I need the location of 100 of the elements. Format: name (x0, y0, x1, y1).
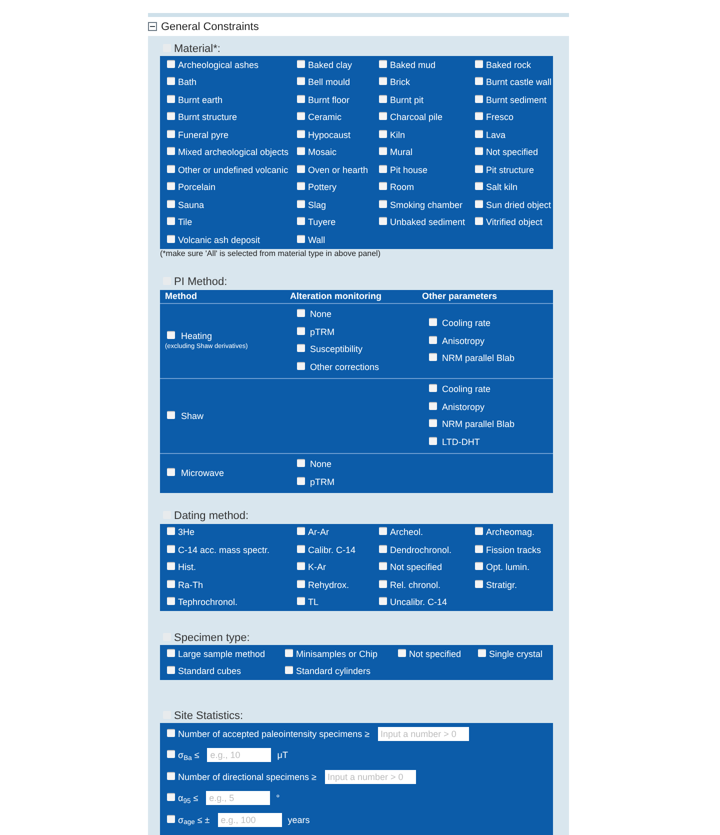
option-label[interactable]: Charcoal pile (390, 112, 443, 122)
option-label[interactable]: Smoking chamber (390, 200, 463, 210)
number-input[interactable]: Input a number > 0 (324, 770, 416, 784)
checkbox[interactable] (167, 666, 175, 674)
option-label[interactable]: Salt kiln (486, 182, 518, 192)
option-label[interactable]: Mixed archeological objects (178, 147, 289, 158)
checkbox[interactable] (297, 77, 305, 86)
checkbox[interactable] (379, 544, 387, 553)
checkbox[interactable] (297, 60, 305, 68)
option-label[interactable]: Archeomag. (486, 527, 535, 538)
checkbox[interactable] (398, 648, 406, 657)
checkbox[interactable] (379, 597, 387, 606)
option-label[interactable]: Brick (390, 77, 410, 88)
checkbox[interactable] (429, 336, 437, 344)
checkbox[interactable] (297, 344, 305, 352)
checkbox[interactable] (297, 147, 305, 156)
option-label[interactable]: None (310, 309, 332, 320)
option-label[interactable]: Opt. lumin. (486, 562, 530, 572)
checkbox[interactable] (297, 562, 305, 570)
option-label[interactable]: NRM parallel Blab (442, 419, 515, 430)
checkbox[interactable] (297, 362, 305, 370)
number-input[interactable]: e.g., 5 (206, 791, 270, 806)
option-label[interactable]: Susceptibility (310, 344, 363, 354)
option-label[interactable]: Baked rock (486, 60, 532, 70)
option-label[interactable]: Tuyere (308, 217, 336, 228)
option-label[interactable]: Burnt structure (178, 112, 238, 122)
checkbox[interactable] (297, 580, 305, 588)
option-label[interactable]: Sun dried object (486, 200, 552, 210)
option-label[interactable]: Single crystal (489, 648, 543, 659)
checkbox[interactable] (475, 182, 483, 190)
option-label[interactable]: Hist. (178, 562, 196, 572)
statistic-label[interactable]: σ$_{Ba}$ ≤ (178, 750, 200, 760)
checkbox[interactable] (167, 750, 175, 758)
option-label[interactable]: Burnt castle wall (486, 77, 552, 88)
option-label[interactable]: Mosaic (308, 147, 337, 158)
option-label[interactable]: Bell mould (308, 77, 350, 88)
option-label[interactable]: pTRM (310, 476, 334, 487)
checkbox[interactable] (167, 527, 175, 536)
checkbox[interactable] (475, 77, 483, 86)
checkbox[interactable] (297, 217, 305, 226)
statistic-label[interactable]: α$_{95}$ ≤ (178, 793, 198, 804)
option-label[interactable]: Slag (308, 200, 326, 210)
section-label[interactable]: Dating method: (174, 510, 249, 522)
option-label[interactable]: Heating (181, 331, 212, 341)
option-label[interactable]: Ar-Ar (308, 527, 329, 538)
option-label[interactable]: Baked mud (390, 60, 436, 70)
option-label[interactable]: Uncalibr. C-14 (390, 597, 448, 608)
checkbox[interactable] (167, 331, 175, 339)
checkbox[interactable] (429, 419, 437, 428)
number-input[interactable]: e.g., 100 (218, 812, 282, 827)
checkbox[interactable] (475, 580, 483, 588)
checkbox[interactable] (297, 544, 305, 553)
option-label[interactable]: Tephrochronol. (178, 597, 238, 608)
checkbox[interactable] (167, 544, 175, 553)
option-label[interactable]: Burnt sediment (486, 94, 547, 105)
option-label[interactable]: Funeral pyre (178, 130, 229, 140)
statistic-label[interactable]: Number of accepted paleointensity specimens ≥ (178, 728, 370, 739)
option-label[interactable]: Sauna (178, 200, 204, 210)
option-label[interactable]: Calibr. C-14 (308, 544, 356, 555)
option-label[interactable]: K-Ar (308, 562, 326, 572)
option-label[interactable]: Other corrections (310, 362, 380, 372)
checkbox[interactable] (297, 476, 305, 485)
checkbox[interactable] (167, 200, 175, 208)
option-label[interactable]: Other or undefined volcanic (178, 164, 288, 175)
checkbox[interactable] (379, 562, 387, 570)
checkbox[interactable] (379, 200, 387, 208)
option-label[interactable]: Cooling rate (442, 318, 491, 328)
option-label[interactable]: Unbaked sediment (390, 217, 466, 228)
checkbox[interactable] (429, 402, 437, 410)
option-label[interactable]: Ceramic (308, 112, 342, 122)
checkbox[interactable] (285, 648, 293, 657)
checkbox[interactable] (285, 666, 293, 674)
checkbox[interactable] (475, 112, 483, 120)
option-label[interactable]: Cooling rate (442, 384, 491, 394)
option-label[interactable]: C-14 acc. mass spectr. (178, 544, 270, 555)
statistic-label[interactable]: Number of directional specimens ≥ (178, 772, 316, 782)
checkbox[interactable] (379, 527, 387, 536)
option-label[interactable]: pTRM (310, 326, 334, 337)
option-label[interactable]: Anisotropy (442, 336, 485, 346)
checkbox[interactable] (297, 309, 305, 318)
checkbox[interactable] (167, 147, 175, 156)
option-label[interactable]: Wall (308, 234, 326, 245)
checkbox[interactable] (379, 164, 387, 173)
checkbox[interactable] (379, 580, 387, 588)
option-label[interactable]: Burnt floor (308, 94, 350, 105)
checkbox[interactable] (475, 147, 483, 156)
checkbox[interactable] (475, 527, 483, 536)
checkbox[interactable] (475, 217, 483, 226)
number-input[interactable]: Input a number > 0 (378, 726, 469, 741)
checkbox[interactable] (167, 468, 175, 476)
checkbox[interactable] (475, 94, 483, 103)
section-label[interactable]: Specimen type: (174, 632, 250, 644)
checkbox[interactable] (167, 562, 175, 570)
checkbox[interactable] (167, 94, 175, 103)
section-label[interactable]: Material*: (174, 42, 220, 54)
checkbox[interactable] (475, 544, 483, 553)
checkbox[interactable] (167, 580, 175, 588)
option-label[interactable]: Dendrochronol. (390, 544, 452, 555)
option-label[interactable]: Standard cubes (178, 666, 242, 676)
option-label[interactable]: Archeological ashes (178, 60, 259, 70)
